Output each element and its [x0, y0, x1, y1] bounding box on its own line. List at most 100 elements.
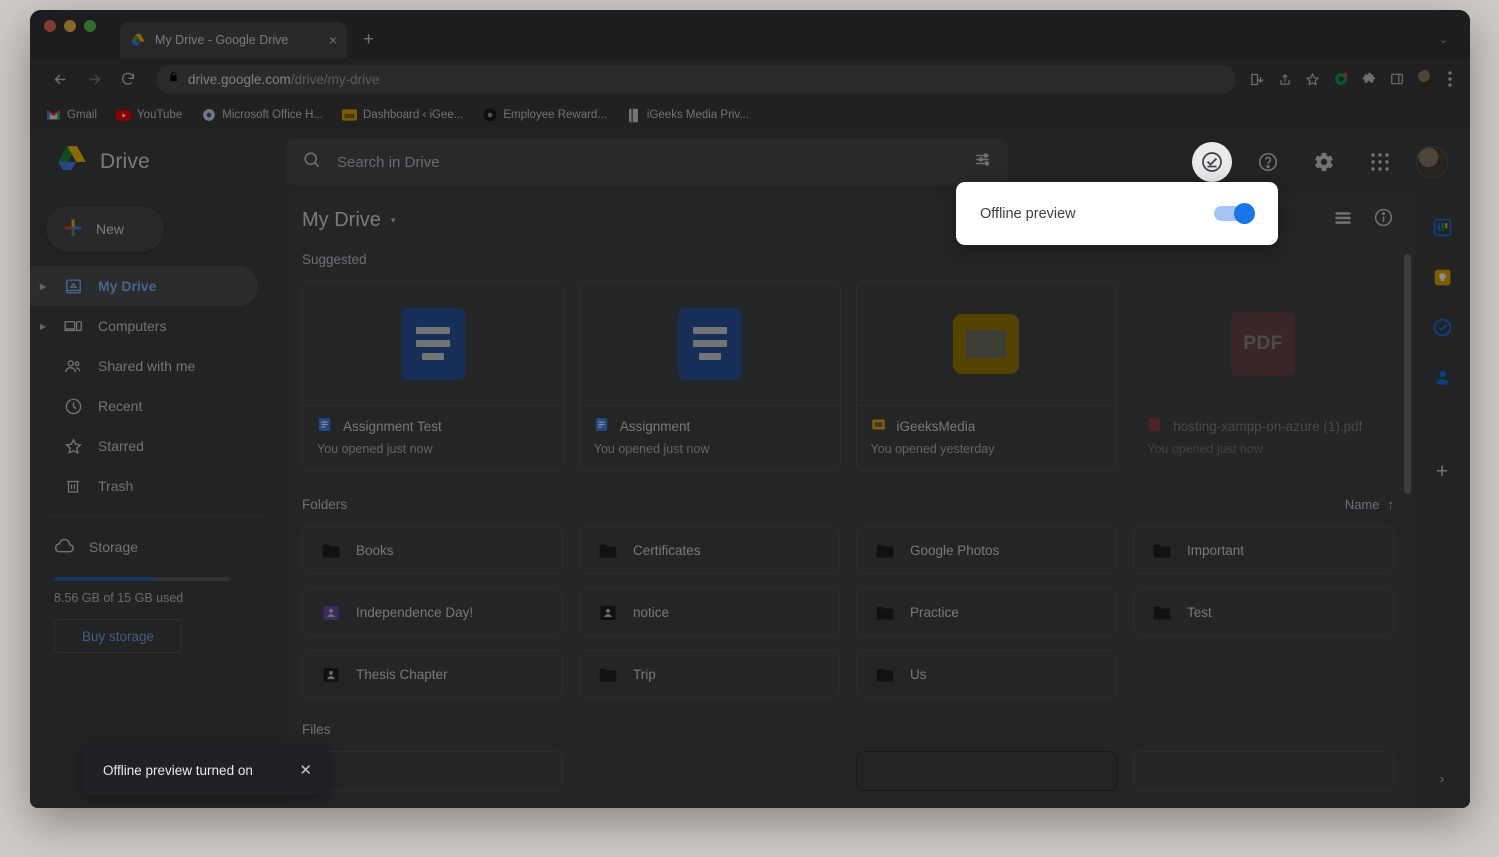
- chevron-down-icon[interactable]: ▾: [391, 215, 396, 226]
- bookmark-microsoft-office[interactable]: Microsoft Office H...: [201, 108, 323, 123]
- expand-caret-icon[interactable]: ▶: [40, 282, 48, 291]
- file-card[interactable]: [302, 751, 563, 791]
- info-details-icon[interactable]: [1373, 207, 1394, 233]
- profile-avatar-icon[interactable]: [1417, 70, 1435, 88]
- bookmark-label: Microsoft Office H...: [222, 109, 323, 121]
- pdf-icon: PDF: [1231, 312, 1295, 376]
- gmail-icon: [46, 108, 61, 123]
- sort-control[interactable]: Name ↑: [1345, 497, 1394, 512]
- close-window-button[interactable]: [44, 20, 56, 32]
- google-keep-icon[interactable]: [1431, 266, 1453, 288]
- forward-button[interactable]: [80, 65, 108, 93]
- help-icon[interactable]: [1248, 142, 1288, 182]
- bookmark-employee-reward[interactable]: Employee Reward...: [482, 108, 607, 123]
- folder-name: Practice: [910, 605, 959, 620]
- suggested-card[interactable]: iGeeksMedia You opened yesterday: [856, 281, 1118, 471]
- expand-caret-icon[interactable]: ▶: [40, 322, 48, 331]
- account-avatar[interactable]: [1416, 146, 1448, 178]
- bookmark-gmail[interactable]: Gmail: [46, 108, 97, 123]
- tune-filter-icon[interactable]: [973, 150, 992, 174]
- folder-item[interactable]: Thesis Chapter: [302, 650, 563, 698]
- browser-action-icons: [1250, 70, 1454, 88]
- folder-item[interactable]: Us: [856, 650, 1117, 698]
- search-input[interactable]: Search in Drive: [286, 139, 1008, 185]
- file-activity: You opened just now: [1147, 442, 1379, 456]
- bookmark-igeeks-media[interactable]: iGeeks Media Priv...: [626, 108, 749, 123]
- folder-item[interactable]: Test: [1133, 588, 1394, 636]
- reload-button[interactable]: [114, 65, 142, 93]
- folder-item[interactable]: Books: [302, 526, 563, 574]
- settings-gear-icon[interactable]: [1304, 142, 1344, 182]
- trash-icon: [62, 477, 84, 495]
- side-panel-icon[interactable]: [1390, 72, 1404, 86]
- extensions-puzzle-icon[interactable]: [1362, 72, 1377, 87]
- page-title[interactable]: My Drive ▾: [302, 209, 395, 232]
- vertical-scrollbar[interactable]: [1404, 254, 1411, 494]
- address-bar[interactable]: drive.google.com/drive/my-drive: [156, 65, 1236, 93]
- extension-green-icon[interactable]: [1333, 71, 1349, 87]
- sidebar-item-shared-with-me[interactable]: Shared with me: [30, 346, 258, 386]
- sidebar-label: Recent: [98, 398, 142, 414]
- new-tab-button[interactable]: +: [363, 30, 374, 49]
- folder-item[interactable]: Trip: [579, 650, 840, 698]
- offline-preview-icon[interactable]: [1192, 142, 1232, 182]
- drive-logo-area[interactable]: Drive: [30, 144, 286, 181]
- offline-preview-toggle[interactable]: [1214, 206, 1252, 221]
- google-apps-grid-icon[interactable]: [1360, 142, 1400, 182]
- add-app-icon[interactable]: +: [1436, 460, 1448, 484]
- bookmark-youtube[interactable]: YouTube: [116, 108, 182, 123]
- browser-tab[interactable]: My Drive - Google Drive ×: [120, 22, 347, 58]
- window-controls[interactable]: [44, 10, 96, 58]
- file-card[interactable]: [1133, 751, 1394, 791]
- back-button[interactable]: [46, 65, 74, 93]
- starred-star-icon: [62, 437, 84, 456]
- new-button[interactable]: New: [46, 206, 164, 252]
- list-view-icon[interactable]: [1333, 208, 1353, 233]
- folder-icon: [1152, 604, 1172, 621]
- offline-preview-popup[interactable]: Offline preview: [956, 182, 1278, 245]
- sidebar-item-computers[interactable]: ▶ Computers: [30, 306, 258, 346]
- folder-icon: [321, 542, 341, 559]
- folder-item[interactable]: Independence Day!: [302, 588, 563, 636]
- google-contacts-icon[interactable]: [1431, 366, 1453, 388]
- google-tasks-icon[interactable]: [1431, 316, 1453, 338]
- file-card-selected[interactable]: [856, 751, 1117, 791]
- bookmark-dashboard[interactable]: Dashboard ‹ iGee...: [342, 108, 463, 123]
- folder-icon: [875, 604, 895, 621]
- bookmark-star-icon[interactable]: [1305, 72, 1320, 87]
- file-activity: You opened just now: [594, 442, 826, 456]
- suggested-card[interactable]: Assignment Test You opened just now: [302, 281, 564, 471]
- sidebar-item-my-drive[interactable]: ▶ My Drive: [30, 266, 258, 306]
- computers-icon: [62, 317, 84, 336]
- close-tab-button[interactable]: ×: [329, 33, 337, 47]
- storage-link[interactable]: Storage: [54, 529, 286, 565]
- folder-item[interactable]: Certificates: [579, 526, 840, 574]
- close-icon[interactable]: ✕: [299, 761, 312, 779]
- maximize-window-button[interactable]: [84, 20, 96, 32]
- chrome-menu-icon[interactable]: [1448, 71, 1452, 87]
- file-name: Assignment: [620, 419, 691, 434]
- sidebar-label: Shared with me: [98, 358, 195, 374]
- folder-icon: [598, 542, 618, 559]
- expand-panel-icon[interactable]: ›: [1440, 771, 1444, 786]
- folder-item[interactable]: Google Photos: [856, 526, 1117, 574]
- buy-storage-button[interactable]: Buy storage: [54, 619, 182, 653]
- sidebar-label: Starred: [98, 438, 144, 454]
- folder-item[interactable]: notice: [579, 588, 840, 636]
- chevron-down-icon[interactable]: ⌄: [1439, 33, 1448, 46]
- minimize-window-button[interactable]: [64, 20, 76, 32]
- google-calendar-icon[interactable]: [1431, 216, 1453, 238]
- install-icon[interactable]: [1250, 72, 1265, 87]
- sidebar-item-recent[interactable]: Recent: [30, 386, 258, 426]
- search-placeholder: Search in Drive: [337, 154, 957, 171]
- file-card-empty: [579, 751, 840, 791]
- sidebar-item-trash[interactable]: Trash: [30, 466, 258, 506]
- share-icon[interactable]: [1278, 72, 1292, 87]
- sidebar-item-starred[interactable]: Starred: [30, 426, 258, 466]
- suggested-card[interactable]: PDF hosting-xampp-on-azure (1).pdf You o…: [1132, 281, 1394, 471]
- folder-name: Thesis Chapter: [356, 667, 448, 682]
- folder-item[interactable]: Practice: [856, 588, 1117, 636]
- file-activity: You opened just now: [317, 442, 549, 456]
- suggested-card[interactable]: Assignment You opened just now: [579, 281, 841, 471]
- folder-item[interactable]: Important: [1133, 526, 1394, 574]
